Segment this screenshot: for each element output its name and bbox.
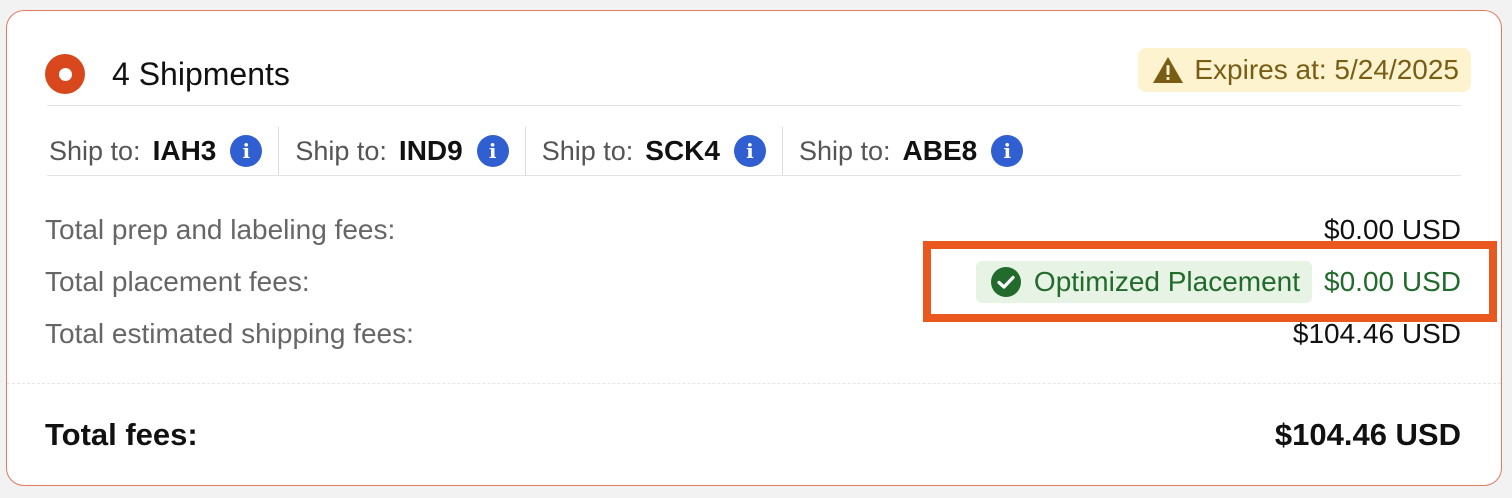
prep-fees-value: $0.00 USD: [1324, 214, 1461, 245]
ship-to-item: Ship to: SCK4 i: [524, 127, 782, 175]
ship-to-prefix: Ship to:: [541, 135, 634, 166]
placement-fees-value: $0.00 USD: [1324, 266, 1461, 297]
total-fees-row: Total fees: $104.46 USD: [45, 415, 1461, 455]
ship-to-prefix: Ship to:: [295, 135, 387, 166]
prep-fees-row: Total prep and labeling fees: $0.00 USD: [45, 210, 1461, 250]
ship-to-code: IAH3: [152, 135, 217, 166]
optimized-placement-label: Optimized Placement: [1033, 266, 1301, 297]
total-fees-value: $104.46 USD: [1274, 417, 1461, 452]
expires-label: Expires at: 5/24/2025: [1194, 54, 1459, 85]
placement-fees-right: Optimized Placement $0.00 USD: [975, 261, 1461, 303]
ship-to-item: Ship to: IAH3 i: [47, 127, 278, 175]
info-icon[interactable]: i: [991, 135, 1024, 167]
radio-selected-icon[interactable]: [45, 54, 85, 94]
ship-to-prefix: Ship to:: [49, 135, 141, 166]
total-fees-label: Total fees:: [45, 417, 198, 452]
shipments-title: 4 Shipments: [112, 56, 290, 92]
info-icon[interactable]: i: [476, 135, 509, 167]
ship-to-list: Ship to: IAH3 i Ship to: IND9 i Ship to:…: [47, 127, 1039, 175]
total-divider: [7, 383, 1501, 384]
prep-fees-label: Total prep and labeling fees:: [45, 214, 396, 245]
shipping-fees-value: $104.46 USD: [1292, 318, 1461, 349]
placement-fees-row: Total placement fees: Optimized Placemen…: [45, 261, 1461, 303]
header-divider: [47, 105, 1461, 106]
ship-to-item: Ship to: ABE8 i: [781, 127, 1039, 175]
info-icon[interactable]: i: [230, 135, 263, 167]
warning-triangle-icon: [1153, 57, 1184, 83]
placement-fees-label: Total placement fees:: [45, 266, 310, 297]
ship-to-prefix: Ship to:: [798, 135, 891, 166]
radio-dot: [58, 67, 72, 81]
ship-to-code: SCK4: [645, 135, 720, 166]
optimized-placement-badge: Optimized Placement: [975, 261, 1313, 303]
ships-divider: [47, 175, 1461, 176]
expires-badge: Expires at: 5/24/2025: [1138, 48, 1471, 92]
shipping-fees-row: Total estimated shipping fees: $104.46 U…: [45, 314, 1461, 354]
ship-to-item: Ship to: IND9 i: [278, 127, 524, 175]
shipping-fees-label: Total estimated shipping fees:: [45, 318, 414, 349]
info-icon[interactable]: i: [733, 135, 766, 167]
ship-to-code: IND9: [398, 135, 463, 166]
ship-to-code: ABE8: [902, 135, 978, 166]
check-circle-icon: [990, 267, 1021, 297]
shipment-card[interactable]: 4 Shipments Expires at: 5/24/2025 Ship t…: [6, 10, 1502, 486]
